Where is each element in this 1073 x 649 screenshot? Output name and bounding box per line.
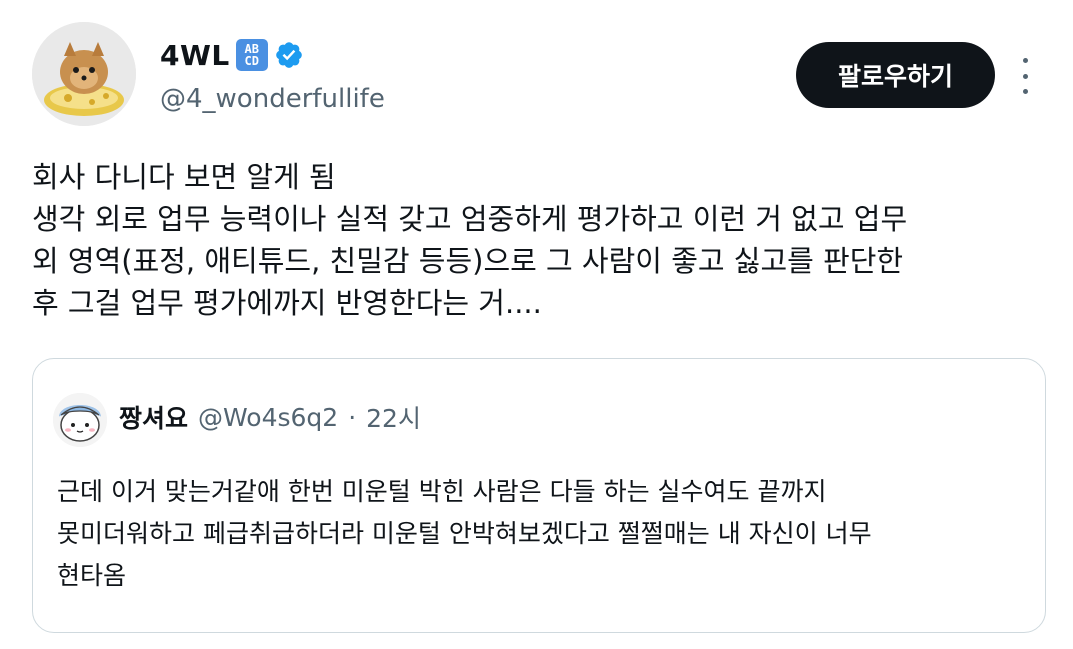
- quote-author-name[interactable]: 짱셔요: [119, 399, 188, 435]
- follow-button[interactable]: 팔로우하기: [796, 42, 995, 108]
- quote-line: 현타옴: [57, 561, 127, 590]
- quote-text: 근데 이거 맞는거같애 한번 미운털 박힌 사람은 다들 하는 실수여도 끝까지…: [57, 471, 872, 597]
- tweet-line: 후 그걸 업무 평가에까지 반영한다는 거....: [32, 286, 542, 320]
- quote-separator: ·: [348, 402, 357, 432]
- quote-author-handle[interactable]: @Wo4s6q2: [198, 403, 338, 432]
- abcd-emoji-icon: AB CD: [235, 39, 268, 71]
- quote-line: 못미더워하고 페급취급하더라 미운털 안박혀보겠다고 쩔쩔매는 내 자신이 너무: [57, 519, 872, 548]
- tweet-line: 회사 다니다 보면 알게 됨: [32, 160, 336, 194]
- author-name-row: 4WL AB CD: [160, 38, 304, 72]
- author-handle[interactable]: @4_wonderfullife: [160, 84, 385, 114]
- pomeranian-puppy-avatar-icon: [32, 22, 136, 126]
- quote-header: 짱셔요 @Wo4s6q2 · 22시: [119, 399, 421, 435]
- abcd-emoji-bottom: CD: [244, 54, 259, 68]
- quote-author-avatar[interactable]: [53, 393, 107, 447]
- quoted-tweet-card[interactable]: 짱셔요 @Wo4s6q2 · 22시 근데 이거 맞는거같애 한번 미운털 박힌…: [32, 358, 1046, 633]
- verified-badge-icon[interactable]: [274, 40, 304, 70]
- author-avatar[interactable]: [32, 22, 136, 126]
- more-dot: [1022, 89, 1028, 94]
- cartoon-character-avatar-icon: [53, 393, 107, 447]
- tweet-line: 외 영역(표정, 애티튜드, 친밀감 등등)으로 그 사람이 좋고 싫고를 판단…: [32, 244, 904, 278]
- more-dot: [1022, 73, 1028, 79]
- quote-line: 근데 이거 맞는거같애 한번 미운털 박힌 사람은 다들 하는 실수여도 끝까지: [57, 477, 827, 506]
- more-dot: [1022, 58, 1028, 63]
- tweet-text: 회사 다니다 보면 알게 됨 생각 외로 업무 능력이나 실적 갖고 엄중하게 …: [32, 156, 1042, 324]
- tweet-line: 생각 외로 업무 능력이나 실적 갖고 엄중하게 평가하고 이런 거 없고 업무: [32, 202, 908, 236]
- quote-timestamp[interactable]: 22시: [366, 399, 421, 435]
- more-vertical-icon[interactable]: [1012, 58, 1038, 94]
- author-display-name[interactable]: 4WL: [160, 39, 230, 72]
